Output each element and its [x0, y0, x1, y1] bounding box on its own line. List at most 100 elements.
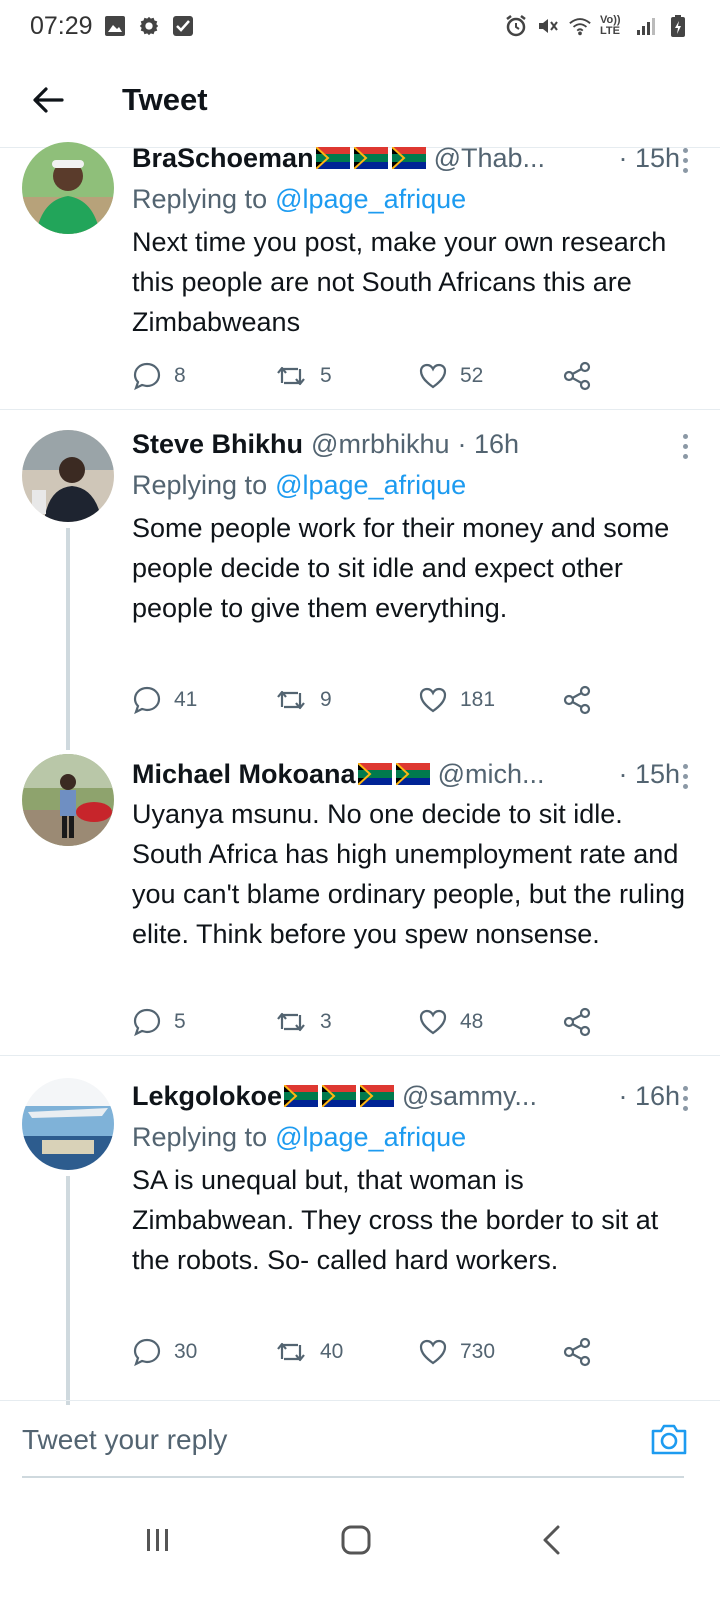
flag-emojis: [284, 1085, 395, 1107]
more-options-icon[interactable]: [680, 148, 690, 173]
reply-count: 41: [174, 688, 198, 711]
tweet-item[interactable]: Michael Mokoana @mich... · 15h Uyanya ms…: [0, 734, 720, 1056]
heart-icon: [419, 687, 447, 713]
display-name[interactable]: Michael Mokoana: [132, 759, 356, 790]
gear-icon: [137, 14, 161, 38]
south-africa-flag-icon: [284, 1085, 319, 1107]
camera-icon: [651, 1424, 687, 1455]
share-icon: [563, 685, 591, 715]
reply-icon: [133, 1338, 161, 1367]
more-options-icon[interactable]: [680, 434, 690, 459]
display-name[interactable]: Lekgolokoe: [132, 1081, 282, 1112]
replying-to: Replying to @lpage_afrique: [132, 178, 692, 220]
south-africa-flag-icon: [391, 147, 426, 169]
retweet-button[interactable]: 9: [274, 687, 332, 713]
mention-link[interactable]: @lpage_afrique: [275, 184, 466, 215]
share-button[interactable]: [562, 1337, 592, 1367]
tweet-header: Lekgolokoe @sammy... · 16h: [132, 1076, 692, 1116]
wifi-icon: [568, 14, 592, 38]
retweet-button[interactable]: 3: [274, 1009, 332, 1035]
tweet-item[interactable]: Lekgolokoe @sammy... · 16h Replying to @…: [0, 1058, 720, 1405]
reply-icon: [133, 1008, 161, 1037]
tweet-text: SA is unequal but, that woman is Zimbabw…: [132, 1165, 659, 1275]
heart-icon: [419, 1009, 447, 1035]
user-handle[interactable]: @mrbhikhu: [311, 429, 449, 460]
alarm-icon: [504, 14, 528, 38]
share-button[interactable]: [562, 361, 592, 391]
retweet-count: 3: [320, 1010, 332, 1033]
heart-icon: [419, 1339, 447, 1365]
tweet-reply-input[interactable]: [22, 1401, 622, 1479]
reply-icon: [133, 362, 161, 391]
retweet-icon: [277, 690, 305, 710]
avatar[interactable]: [22, 754, 114, 846]
user-handle[interactable]: @mich...: [438, 759, 545, 790]
avatar[interactable]: [22, 1078, 114, 1170]
tweet-time: · 16h: [457, 428, 520, 459]
tweet-header: Michael Mokoana @mich... · 15h: [132, 754, 692, 794]
display-name[interactable]: BraSchoeman: [132, 143, 314, 174]
like-button[interactable]: 181: [418, 686, 495, 714]
reply-composer: [0, 1400, 720, 1479]
reply-input-underline: [22, 1476, 684, 1478]
flag-emojis: [315, 147, 426, 169]
display-name[interactable]: Steve Bhikhu: [132, 429, 303, 460]
camera-button[interactable]: [650, 1421, 690, 1461]
reply-count: 5: [174, 1010, 186, 1033]
share-button[interactable]: [562, 1007, 592, 1037]
like-button[interactable]: 730: [418, 1338, 495, 1366]
retweet-button[interactable]: 40: [274, 1339, 343, 1365]
system-back-button[interactable]: [522, 1510, 582, 1570]
south-africa-flag-icon: [353, 147, 388, 169]
tweet-actions: 41 9 181: [132, 680, 652, 720]
tweet-text: Next time you post, make your own resear…: [132, 227, 667, 337]
tweet-header: BraSchoeman @Thab... · 15h: [132, 138, 692, 178]
heart-icon: [419, 363, 447, 389]
reply-button[interactable]: 8: [132, 361, 186, 391]
tweet-item[interactable]: BraSchoeman @Thab... · 15h Replying to @…: [0, 130, 720, 410]
mute-icon: [536, 14, 560, 38]
reply-button[interactable]: 5: [132, 1007, 186, 1037]
south-africa-flag-icon: [357, 763, 392, 785]
page-title: Tweet: [122, 81, 208, 117]
reply-button[interactable]: 30: [132, 1337, 197, 1367]
tweet-header: Steve Bhikhu @mrbhikhu · 16h: [132, 424, 692, 464]
like-button[interactable]: 48: [418, 1008, 483, 1036]
tweet-text: Some people work for their money and som…: [132, 513, 670, 623]
battery-icon: [666, 14, 690, 38]
like-count: 48: [460, 1010, 484, 1033]
retweet-icon: [277, 366, 305, 386]
user-handle[interactable]: @sammy...: [402, 1081, 537, 1112]
share-button[interactable]: [562, 685, 592, 715]
avatar[interactable]: [22, 430, 114, 522]
more-options-icon[interactable]: [680, 1086, 690, 1111]
recent-apps-button[interactable]: [128, 1510, 188, 1570]
share-icon: [563, 361, 591, 391]
replying-to: Replying to @lpage_afrique: [132, 1116, 692, 1158]
retweet-button[interactable]: 5: [274, 363, 332, 389]
like-button[interactable]: 52: [418, 362, 483, 390]
like-count: 730: [460, 1340, 496, 1363]
mention-link[interactable]: @lpage_afrique: [275, 470, 466, 501]
share-icon: [563, 1337, 591, 1367]
image-icon: [103, 14, 127, 38]
south-africa-flag-icon: [322, 1085, 357, 1107]
tweet-item[interactable]: Steve Bhikhu @mrbhikhu · 16h Replying to…: [0, 412, 720, 750]
back-arrow-button[interactable]: [24, 76, 72, 124]
avatar[interactable]: [22, 142, 114, 234]
share-icon: [563, 1007, 591, 1037]
more-options-icon[interactable]: [680, 764, 690, 789]
user-handle[interactable]: @Thab...: [434, 143, 545, 174]
home-button[interactable]: [326, 1510, 386, 1570]
retweet-icon: [277, 1012, 305, 1032]
reply-button[interactable]: 41: [132, 685, 197, 715]
home-icon: [341, 1525, 371, 1555]
replying-to: Replying to @lpage_afrique: [132, 464, 692, 506]
arrow-left-icon: [33, 86, 64, 113]
volte-icon: Vo)) LTE: [600, 14, 621, 37]
tweet-actions: 8 5 52: [132, 356, 652, 396]
retweet-count: 9: [320, 688, 332, 711]
tweet-text: Uyanya msunu. No one decide to sit idle.…: [132, 799, 685, 949]
mention-link[interactable]: @lpage_afrique: [275, 1122, 466, 1153]
like-count: 52: [460, 364, 484, 387]
